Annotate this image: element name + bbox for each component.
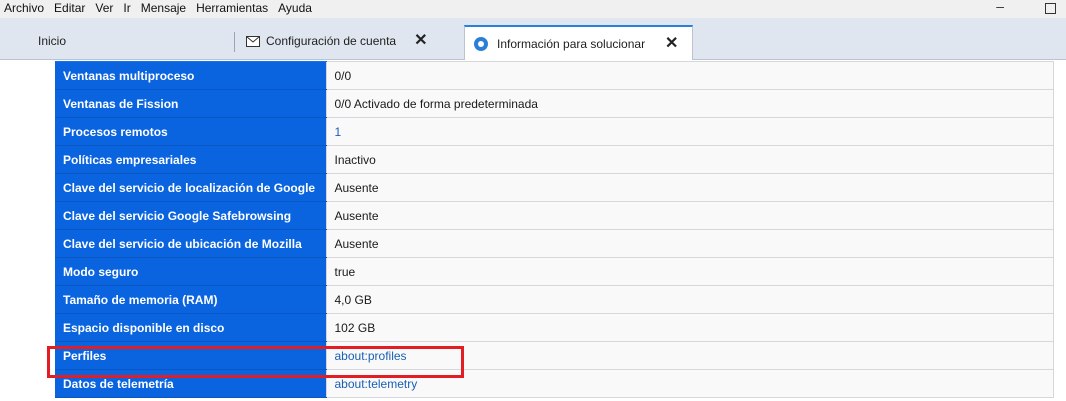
table-row: Ventanas de Fission 0/0 Activado de form… xyxy=(55,89,1054,118)
row-value: Ausente xyxy=(325,173,1054,202)
minimize-button[interactable]: – xyxy=(996,0,1004,14)
close-icon[interactable]: ✕ xyxy=(414,33,427,49)
table-row: Datos de telemetría about:telemetry xyxy=(55,369,1054,398)
row-key: Modo seguro xyxy=(55,257,326,286)
table-row: Ventanas multiproceso 0/0 xyxy=(55,61,1054,90)
row-key: Ventanas de Fission xyxy=(55,89,326,118)
table-row: Espacio disponible en disco 102 GB xyxy=(55,313,1054,342)
about-telemetry-link[interactable]: about:telemetry xyxy=(325,369,1054,398)
table-row: Clave del servicio Google Safebrowsing A… xyxy=(55,201,1054,230)
menu-bar: Archivo Editar Ver Ir Mensaje Herramient… xyxy=(0,0,1066,18)
row-value: 102 GB xyxy=(325,313,1054,342)
row-key: Clave del servicio de ubicación de Mozil… xyxy=(55,229,326,258)
row-value: true xyxy=(325,257,1054,286)
about-profiles-link[interactable]: about:profiles xyxy=(325,341,1054,370)
row-key: Clave del servicio Google Safebrowsing xyxy=(55,201,326,230)
table-row: Modo seguro true xyxy=(55,257,1054,286)
menu-herramientas[interactable]: Herramientas xyxy=(190,0,268,16)
row-key: Políticas empresariales xyxy=(55,145,326,174)
table-row: Tamaño de memoria (RAM) 4,0 GB xyxy=(55,285,1054,314)
table-row: Procesos remotos 1 xyxy=(55,117,1054,146)
row-value: 1 xyxy=(325,117,1054,146)
menu-editar[interactable]: Editar xyxy=(48,0,85,16)
tab-troubleshooting-info[interactable]: Información para solucionar ✕ xyxy=(464,25,693,60)
table-row-profiles: Perfiles about:profiles xyxy=(55,341,1054,370)
app-basics-table: Ventanas multiproceso 0/0 Ventanas de Fi… xyxy=(55,61,1054,398)
row-value: 0/0 xyxy=(325,61,1054,90)
tab-info-label: Información para solucionar xyxy=(497,36,646,51)
help-icon xyxy=(474,36,488,51)
table-row: Clave del servicio de ubicación de Mozil… xyxy=(55,229,1054,258)
mail-settings-icon xyxy=(246,35,260,47)
row-key: Clave del servicio de localización de Go… xyxy=(55,173,326,202)
maximize-button[interactable] xyxy=(1045,3,1056,14)
row-key: Perfiles xyxy=(55,341,326,370)
menu-ayuda[interactable]: Ayuda xyxy=(272,0,312,16)
row-key: Procesos remotos xyxy=(55,117,326,146)
tab-separator xyxy=(234,32,235,52)
menu-mensaje[interactable]: Mensaje xyxy=(135,0,186,16)
table-row: Políticas empresariales Inactivo xyxy=(55,145,1054,174)
row-key: Ventanas multiproceso xyxy=(55,61,326,90)
tab-account-settings[interactable]: Configuración de cuenta ✕ xyxy=(246,26,456,56)
tab-bar: Inicio Configuración de cuenta ✕ Informa… xyxy=(0,18,1066,60)
row-key: Tamaño de memoria (RAM) xyxy=(55,285,326,314)
menu-ir[interactable]: Ir xyxy=(117,0,130,16)
table-row: Clave del servicio de localización de Go… xyxy=(55,173,1054,202)
row-value: 4,0 GB xyxy=(325,285,1054,314)
tab-account-label: Configuración de cuenta xyxy=(266,34,397,48)
row-value: 0/0 Activado de forma predeterminada xyxy=(325,89,1054,118)
row-key: Espacio disponible en disco xyxy=(55,313,326,342)
row-value: Ausente xyxy=(325,201,1054,230)
menu-archivo[interactable]: Archivo xyxy=(0,0,44,16)
row-value: Inactivo xyxy=(325,145,1054,174)
menu-ver[interactable]: Ver xyxy=(89,0,113,16)
tab-home[interactable]: Inicio xyxy=(38,26,228,56)
row-value: Ausente xyxy=(325,229,1054,258)
tab-home-label: Inicio xyxy=(38,34,67,48)
row-key: Datos de telemetría xyxy=(55,369,326,398)
close-icon[interactable]: ✕ xyxy=(665,35,678,52)
troubleshooting-content: Ventanas multiproceso 0/0 Ventanas de Fi… xyxy=(0,61,1066,401)
